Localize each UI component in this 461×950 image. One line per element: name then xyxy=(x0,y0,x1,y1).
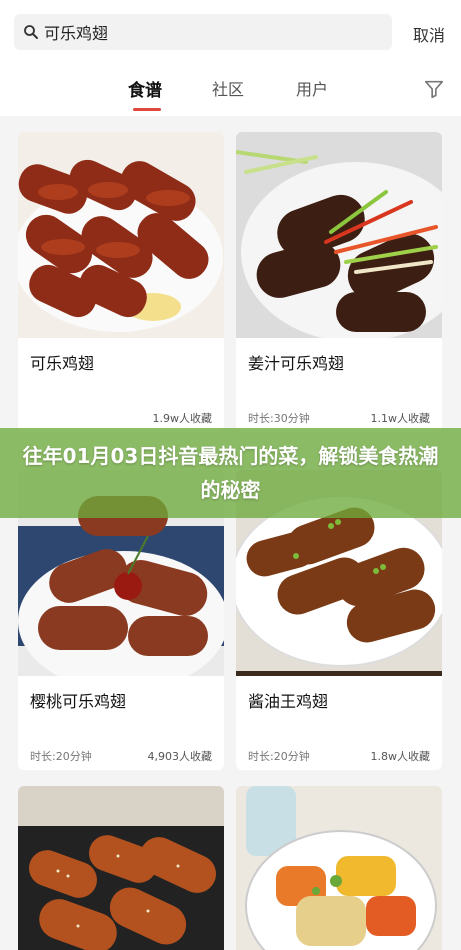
recipe-favorites: 4,903人收藏 xyxy=(147,750,213,763)
tab-users[interactable]: 用户 xyxy=(296,76,328,100)
recipe-title: 姜汁可乐鸡翅 xyxy=(248,354,345,373)
tab-community[interactable]: 社区 xyxy=(212,76,244,100)
recipe-favorites: 1.1w人收藏 xyxy=(370,412,431,425)
filter-icon[interactable] xyxy=(423,78,445,100)
tab-bar: 食谱 社区 用户 xyxy=(0,66,461,116)
recipe-duration: 时长:20分钟 xyxy=(30,750,92,763)
recipe-image xyxy=(18,786,224,950)
headline-text: 往年01月03日抖音最热门的菜，解锁美食热潮的秘密 xyxy=(22,444,439,502)
recipe-title: 樱桃可乐鸡翅 xyxy=(30,692,127,711)
headline-banner: 往年01月03日抖音最热门的菜，解锁美食热潮的秘密 xyxy=(0,428,461,518)
recipe-favorites: 1.8w人收藏 xyxy=(370,750,431,763)
recipe-image xyxy=(18,132,224,338)
search-icon xyxy=(24,25,38,39)
recipe-title: 酱油王鸡翅 xyxy=(248,692,329,711)
recipe-image xyxy=(236,786,442,950)
recipe-title: 可乐鸡翅 xyxy=(30,354,95,373)
search-input[interactable]: 可乐鸡翅 xyxy=(14,14,392,50)
tab-recipes[interactable]: 食谱 xyxy=(128,76,162,101)
recipe-card[interactable] xyxy=(18,786,224,950)
recipe-image xyxy=(236,132,442,338)
recipe-duration: 时长:20分钟 xyxy=(248,750,310,763)
recipe-card[interactable]: 姜汁可乐鸡翅 时长:30分钟 1.1w人收藏 xyxy=(236,132,442,432)
recipe-favorites: 1.9w人收藏 xyxy=(152,412,213,425)
top-bar: 可乐鸡翅 取消 xyxy=(0,0,461,66)
recipe-card[interactable] xyxy=(236,786,442,950)
recipe-card[interactable]: 可乐鸡翅 1.9w人收藏 xyxy=(18,132,224,432)
active-tab-indicator xyxy=(133,108,161,111)
recipe-duration: 时长:30分钟 xyxy=(248,412,310,425)
search-query: 可乐鸡翅 xyxy=(44,24,109,43)
cancel-button[interactable]: 取消 xyxy=(413,22,445,46)
